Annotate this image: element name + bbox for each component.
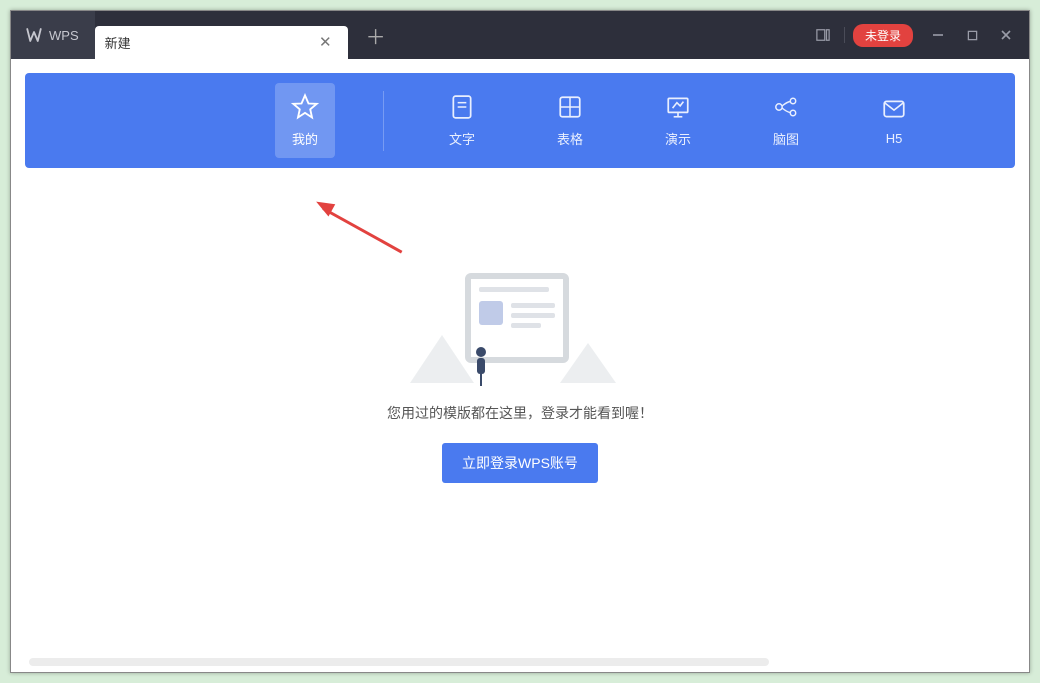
envelope-icon <box>880 95 908 123</box>
category-label: 演示 <box>665 129 691 148</box>
wps-logo-icon <box>25 26 43 44</box>
separator <box>383 91 384 151</box>
empty-illustration <box>430 273 610 383</box>
new-tab-button[interactable]: ＋ <box>348 21 404 50</box>
document-icon <box>448 93 476 121</box>
tab-new[interactable]: 新建 ✕ <box>95 26 348 59</box>
empty-state: 您用过的模版都在这里，登录才能看到喔！ 立即登录WPS账号 <box>25 273 1015 483</box>
category-label: 脑图 <box>773 129 799 148</box>
category-h5[interactable]: H5 <box>864 85 924 156</box>
category-mindmap[interactable]: 脑图 <box>756 83 816 158</box>
category-label: H5 <box>886 131 903 146</box>
category-slides[interactable]: 演示 <box>648 83 708 158</box>
window-controls: 未登录 <box>810 11 1029 59</box>
login-status-button[interactable]: 未登录 <box>853 24 913 47</box>
content-area: 我的 文字 表格 演示 <box>11 59 1029 672</box>
annotation-arrow <box>323 207 413 210</box>
category-mine[interactable]: 我的 <box>275 83 335 158</box>
grid-icon <box>556 93 584 121</box>
separator <box>844 27 845 43</box>
tab-title: 新建 <box>105 33 131 52</box>
category-sheet[interactable]: 表格 <box>540 83 600 158</box>
category-bar: 我的 文字 表格 演示 <box>25 73 1015 168</box>
brand-tab[interactable]: WPS <box>11 11 95 59</box>
mindmap-icon <box>772 93 800 121</box>
close-window-icon[interactable] <box>993 25 1019 45</box>
category-label: 表格 <box>557 129 583 148</box>
category-writer[interactable]: 文字 <box>432 83 492 158</box>
maximize-icon[interactable] <box>959 25 985 45</box>
presentation-icon <box>664 93 692 121</box>
minimize-icon[interactable] <box>925 25 951 45</box>
close-icon[interactable]: ✕ <box>313 31 338 53</box>
app-window: WPS 新建 ✕ ＋ 未登录 <box>10 10 1030 673</box>
star-icon <box>291 93 319 121</box>
horizontal-scrollbar[interactable] <box>29 658 769 666</box>
empty-message: 您用过的模版都在这里，登录才能看到喔！ <box>387 403 653 423</box>
brand-label: WPS <box>49 28 79 43</box>
category-label: 我的 <box>292 129 318 148</box>
login-button[interactable]: 立即登录WPS账号 <box>442 443 598 483</box>
titlebar: WPS 新建 ✕ ＋ 未登录 <box>11 11 1029 59</box>
side-panel-icon[interactable] <box>810 25 836 45</box>
category-label: 文字 <box>449 129 475 148</box>
